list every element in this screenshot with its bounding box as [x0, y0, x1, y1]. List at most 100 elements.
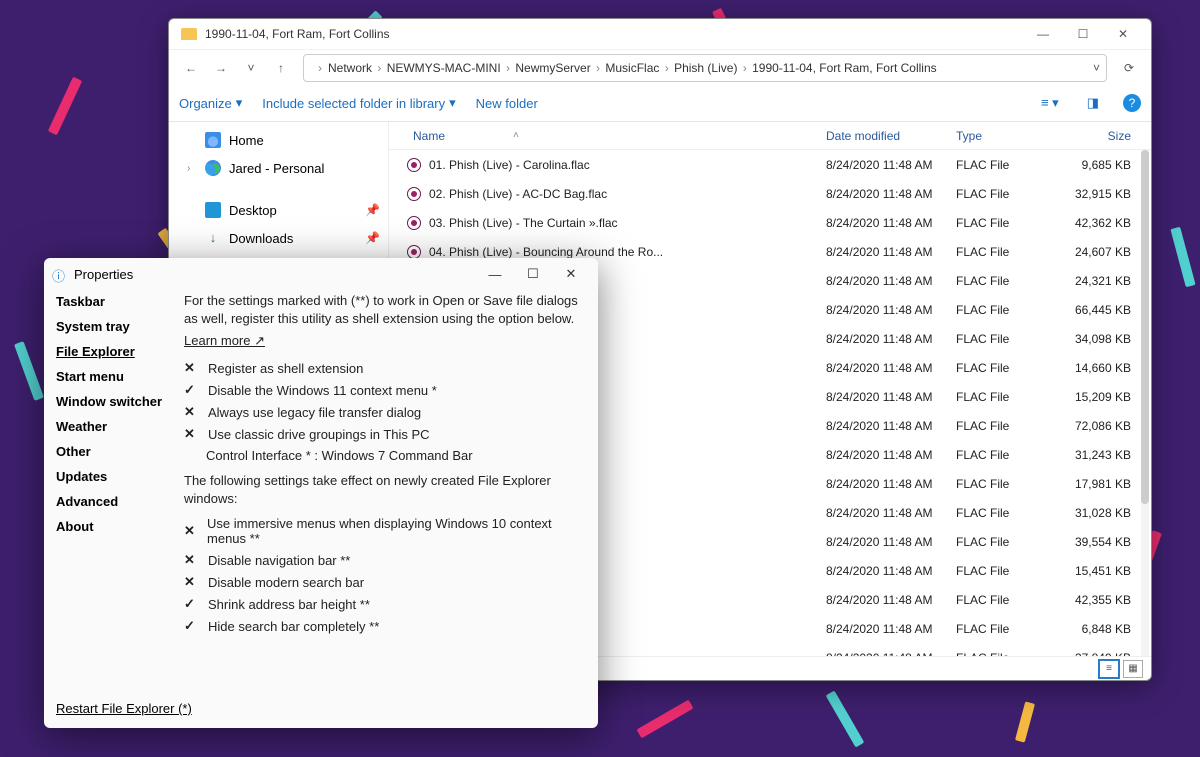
file-type: FLAC File — [956, 477, 1061, 491]
intro-text: For the settings marked with (**) to wor… — [184, 292, 580, 327]
icons-view-button[interactable]: ▦ — [1123, 660, 1143, 678]
file-row[interactable]: 03. Phish (Live) - The Curtain ».flac 8/2… — [389, 208, 1151, 237]
details-view-button[interactable]: ≡ — [1099, 660, 1119, 678]
option-toggle[interactable]: ✕ Disable navigation bar ** — [184, 549, 580, 571]
file-size: 72,086 KB — [1061, 419, 1151, 433]
flac-file-icon — [407, 216, 421, 230]
address-bar[interactable]: › Network › NEWMYS-MAC-MINI › NewmyServe… — [303, 54, 1107, 82]
view-menu-icon[interactable]: ≡ ▾ — [1037, 93, 1063, 113]
option-toggle[interactable]: ✕Disable modern search bar — [184, 571, 580, 593]
nav-item-about[interactable]: About — [56, 519, 184, 534]
include-in-library-menu[interactable]: Include selected folder in library ▾ — [262, 95, 455, 111]
file-name: 03. Phish (Live) - The Curtain ».flac — [429, 216, 618, 230]
vertical-scrollbar[interactable] — [1141, 150, 1149, 656]
minimize-button[interactable]: — — [1023, 19, 1063, 49]
learn-more-link[interactable]: Learn more ↗ — [184, 333, 265, 349]
nav-item-system-tray[interactable]: System tray — [56, 319, 184, 334]
file-name: 02. Phish (Live) - AC-DC Bag.flac — [429, 187, 607, 201]
file-row[interactable]: 02. Phish (Live) - AC-DC Bag.flac8/24/20… — [389, 179, 1151, 208]
file-type: FLAC File — [956, 158, 1061, 172]
option-toggle[interactable]: ✕Register as shell extension — [184, 357, 580, 379]
x-icon: ✕ — [184, 552, 198, 568]
column-headers: Name˄ Date modified Type Size — [389, 122, 1151, 150]
breadcrumb-segment[interactable]: NEWMYS-MAC-MINI — [385, 61, 503, 75]
sidebar-item-home[interactable]: Home — [169, 126, 388, 154]
sidebar-item-desktop[interactable]: Desktop📌 — [169, 196, 388, 224]
nav-item-file-explorer[interactable]: File Explorer — [56, 344, 184, 359]
option-toggle[interactable]: ✓Shrink address bar height ** — [184, 593, 580, 615]
option-toggle[interactable]: ✕Always use legacy file transfer dialog — [184, 401, 580, 423]
file-size: 39,554 KB — [1061, 535, 1151, 549]
nav-item-advanced[interactable]: Advanced — [56, 494, 184, 509]
file-row[interactable]: 01. Phish (Live) - Carolina.flac8/24/202… — [389, 150, 1151, 179]
minimize-button[interactable]: — — [476, 260, 514, 288]
refresh-button[interactable]: ⟳ — [1115, 54, 1143, 82]
up-button[interactable]: ↑ — [267, 54, 295, 82]
column-date[interactable]: Date modified — [826, 129, 956, 143]
file-date: 8/24/2020 11:48 AM — [826, 361, 956, 375]
breadcrumb-segment[interactable]: MusicFlac — [603, 61, 661, 75]
file-size: 32,915 KB — [1061, 187, 1151, 201]
close-button[interactable]: ✕ — [1103, 19, 1143, 49]
file-size: 31,243 KB — [1061, 448, 1151, 462]
caret-down-icon: ▾ — [449, 95, 456, 111]
properties-dialog: ⓘ Properties — ☐ ✕ Taskbar System tray Fil… — [44, 258, 598, 728]
new-folder-button[interactable]: New folder — [476, 96, 538, 111]
properties-icon: ⓘ — [52, 266, 68, 282]
option-label: Disable modern search bar — [208, 575, 364, 590]
titlebar[interactable]: 1990-11-04, Fort Ram, Fort Collins — ☐ ✕ — [169, 19, 1151, 49]
option-toggle[interactable]: ✕Use classic drive groupings in This PC — [184, 423, 580, 445]
option-toggle[interactable]: ✕Use immersive menus when displaying Win… — [184, 513, 580, 549]
sidebar-item-downloads[interactable]: ↓Downloads📌 — [169, 224, 388, 252]
control-interface-row[interactable]: Control Interface * : Windows 7 Command … — [184, 445, 580, 466]
breadcrumb-segment[interactable]: NewmyServer — [513, 61, 592, 75]
nav-item-start-menu[interactable]: Start menu — [56, 369, 184, 384]
column-name[interactable]: Name˄ — [389, 129, 826, 143]
note-text: The following settings take effect on ne… — [184, 472, 580, 507]
window-title: 1990-11-04, Fort Ram, Fort Collins — [205, 27, 390, 41]
nav-item-other[interactable]: Other — [56, 444, 184, 459]
file-size: 15,451 KB — [1061, 564, 1151, 578]
breadcrumb-segment[interactable]: 1990-11-04, Fort Ram, Fort Collins — [750, 61, 939, 75]
breadcrumb-segment[interactable]: Phish (Live) — [672, 61, 739, 75]
file-date: 8/24/2020 11:48 AM — [826, 448, 956, 462]
downloads-icon: ↓ — [205, 230, 221, 246]
expand-caret-icon[interactable]: › — [187, 163, 197, 174]
help-icon[interactable]: ? — [1123, 94, 1141, 112]
back-button[interactable]: ← — [177, 54, 205, 82]
file-size: 42,355 KB — [1061, 593, 1151, 607]
file-size: 37,849 KB — [1061, 651, 1151, 657]
column-size[interactable]: Size — [1061, 129, 1151, 143]
organize-menu[interactable]: Organize ▾ — [179, 95, 242, 111]
preview-pane-icon[interactable]: ◨ — [1083, 93, 1103, 113]
file-size: 6,848 KB — [1061, 622, 1151, 636]
file-date: 8/24/2020 11:48 AM — [826, 158, 956, 172]
option-label: Disable navigation bar ** — [208, 553, 350, 568]
nav-item-window-switcher[interactable]: Window switcher — [56, 394, 184, 409]
maximize-button[interactable]: ☐ — [514, 260, 552, 288]
column-type[interactable]: Type — [956, 129, 1061, 143]
folder-icon — [181, 28, 197, 40]
forward-button[interactable]: → — [207, 54, 235, 82]
file-size: 14,660 KB — [1061, 361, 1151, 375]
maximize-button[interactable]: ☐ — [1063, 19, 1103, 49]
file-name: 04. Phish (Live) - Bouncing Around the R… — [429, 245, 663, 259]
option-toggle[interactable]: ✓Disable the Windows 11 context menu * — [184, 379, 580, 401]
dialog-titlebar[interactable]: ⓘ Properties — ☐ ✕ — [44, 258, 598, 290]
navigation-bar: ← → ˅ ↑ › Network › NEWMYS-MAC-MINI › Ne… — [169, 49, 1151, 85]
breadcrumb-segment[interactable]: Network — [326, 61, 374, 75]
command-bar: Organize ▾ Include selected folder in li… — [169, 85, 1151, 121]
recent-dropdown[interactable]: ˅ — [237, 54, 265, 82]
nav-item-weather[interactable]: Weather — [56, 419, 184, 434]
nav-item-taskbar[interactable]: Taskbar — [56, 294, 184, 309]
sidebar-item-personal[interactable]: ›Jared - Personal — [169, 154, 388, 182]
file-type: FLAC File — [956, 216, 1061, 230]
nav-item-updates[interactable]: Updates — [56, 469, 184, 484]
close-button[interactable]: ✕ — [552, 260, 590, 288]
file-type: FLAC File — [956, 448, 1061, 462]
restart-explorer-link[interactable]: Restart File Explorer (*) — [56, 701, 192, 716]
file-date: 8/24/2020 11:48 AM — [826, 332, 956, 346]
option-toggle[interactable]: ✓Hide search bar completely ** — [184, 615, 580, 637]
file-date: 8/24/2020 11:48 AM — [826, 216, 956, 230]
address-dropdown-icon[interactable]: ˅ — [1093, 61, 1100, 75]
